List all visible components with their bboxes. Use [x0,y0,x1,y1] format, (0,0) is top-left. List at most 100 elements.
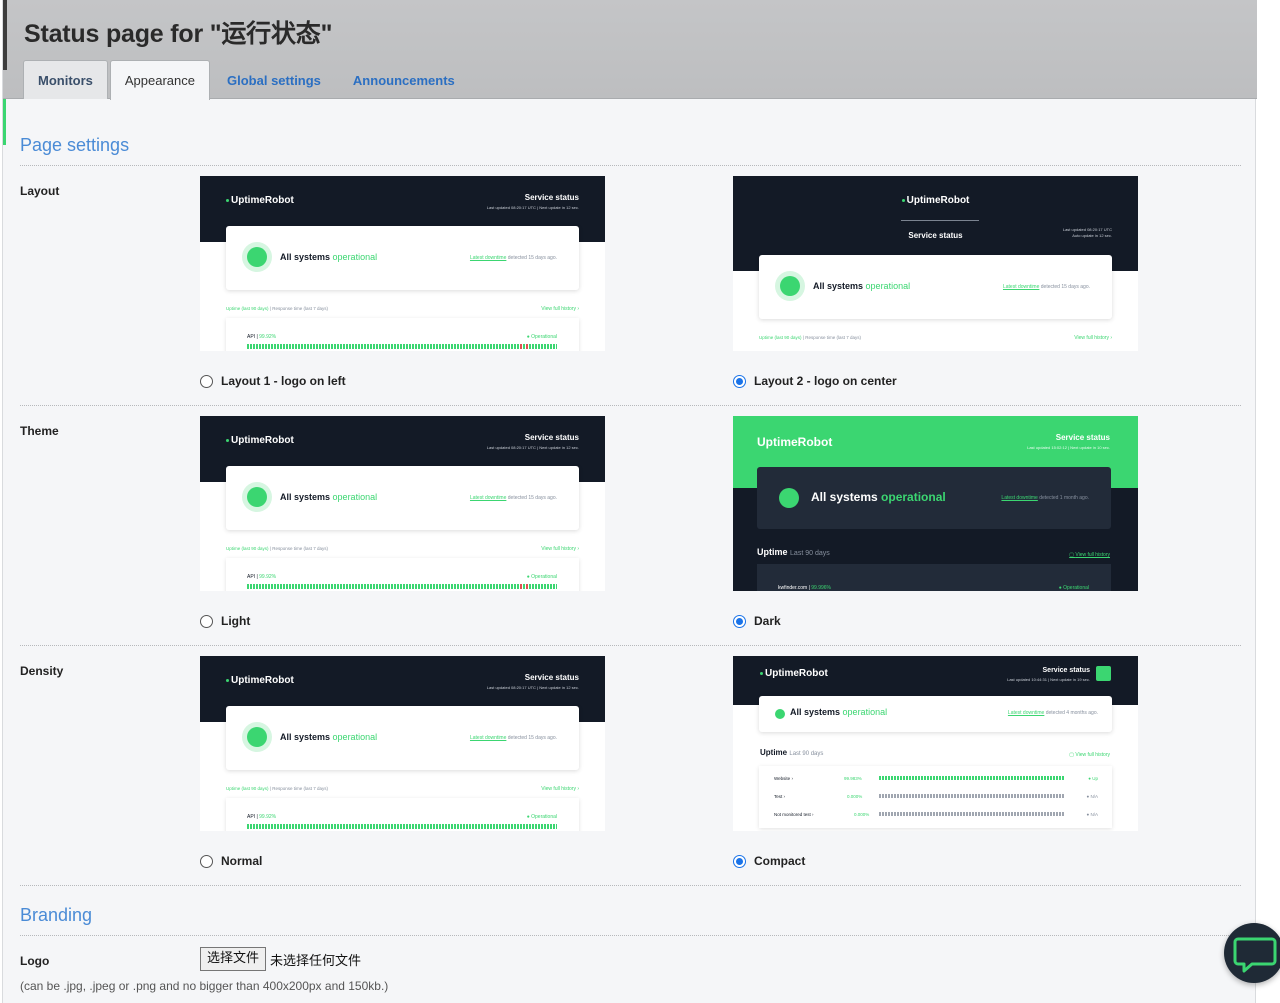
preview-monitor-name: kwfinder.com | 99.996% [778,585,832,591]
preview-full-history: ▢ View full history [1069,552,1110,558]
theme-light-preview[interactable]: UptimeRobot Service status Last updated … [200,416,605,591]
preview-monitor-card: API | 99.92% ● Operational [226,558,579,591]
preview-all-systems: All systems operational [280,252,378,262]
preview-uptime-bars [247,584,557,589]
preview-row-name: Website › [774,776,793,781]
theme-light-option[interactable]: Light [200,614,250,628]
preview-downtime: Latest downtime detected 15 days ago. [1002,284,1090,290]
preview-service-status: Service status [1042,667,1090,674]
logo-file-input[interactable]: 选择文件 未选择任何文件 [200,947,361,971]
preview-operational: ● Operational [1058,585,1089,591]
layout-1-option[interactable]: Layout 1 - logo on left [200,374,346,388]
preview-last-updated: Last updated 08:20:17 UTC | Next update … [486,445,579,450]
divider [20,885,1241,886]
theme-dark-radio[interactable] [733,614,746,628]
preview-uptime-bars [247,824,557,829]
density-compact-label: Compact [754,854,806,868]
layout-2-label: Layout 2 - logo on center [754,374,897,388]
header-accent [3,0,7,70]
logo-label: Logo [20,954,50,968]
theme-dark-preview[interactable]: UptimeRobot Service status Last updated … [733,416,1138,591]
preview-full-history: View full history › [541,786,579,792]
preview-operational: ● Operational [526,574,557,580]
preview-uptime-line: Uptime (last 90 days) | Response time (l… [226,306,329,311]
preview-status-dot [775,709,785,719]
preview-uptime-bars [247,344,557,349]
layout-1-radio[interactable] [200,374,213,388]
density-compact-option[interactable]: Compact [733,854,805,868]
preview-full-history: View full history › [541,306,579,312]
density-normal-preview[interactable]: UptimeRobot Service status Last updated … [200,656,605,831]
preview-logo: UptimeRobot [226,675,294,686]
chat-bubble-icon [1233,937,1277,973]
preview-status-card: All systems operational Latest downtime … [226,226,579,290]
layout-2-option[interactable]: Layout 2 - logo on center [733,374,897,388]
preview-last-updated: Last updated 08:20:17 UTC | Next update … [486,685,579,690]
preview-monitor-card: kwfinder.com | 99.996% ● Operational [757,564,1111,591]
preview-downtime: Latest downtime detected 15 days ago. [469,495,557,501]
divider [20,935,1241,936]
preview-last-updated: Last updated 15:02:12 | Next update in 1… [1027,445,1110,450]
preview-monitor-name: API | 99.92% [247,814,277,820]
density-compact-radio[interactable] [733,854,746,868]
preview-all-systems: All systems operational [790,707,888,717]
preview-logo: UptimeRobot [757,435,833,449]
preview-row-name: Test › [774,794,786,799]
tab-announcements[interactable]: Announcements [338,60,470,99]
preview-service-status: Service status [1055,433,1110,442]
theme-dark-option[interactable]: Dark [733,614,781,628]
page-title: Status page for "运行状态" [24,20,333,48]
preview-full-history: View full history › [541,546,579,552]
divider [20,645,1241,646]
preview-monitor-card: API | 99.92% ● Operational [226,798,579,831]
preview-last-updated: Last updated 10:44:31 | Next update in 1… [1007,677,1090,682]
theme-label: Theme [20,424,59,438]
preview-uptime-line: Uptime (last 90 days) | Response time (l… [759,335,862,340]
choose-file-button[interactable]: 选择文件 [200,947,267,971]
logo-hint: (can be .jpg, .jpeg or .png and no bigge… [20,979,389,993]
tab-monitors[interactable]: Monitors [23,60,108,99]
layout-1-preview[interactable]: UptimeRobot Service status Last updated … [200,176,605,351]
tab-global-settings[interactable]: Global settings [212,60,336,99]
preview-status-dot [247,487,267,507]
section-title-branding: Branding [20,905,93,925]
layout-label: Layout [20,184,60,198]
preview-status-dot [780,276,800,296]
preview-row-pct: 0.000% [854,812,870,817]
preview-full-history: ▢ View full history [1069,752,1110,758]
theme-dark-label: Dark [754,614,781,628]
theme-light-radio[interactable] [200,614,213,628]
side-accent [3,99,6,145]
preview-status-dot [247,247,267,267]
preview-row-status: ● N/A [1086,794,1098,799]
divider [20,405,1241,406]
preview-uptime-bars [879,794,1065,798]
preview-uptime-line: Uptime (last 90 days) | Response time (l… [226,786,329,791]
preview-service-status: Service status [524,433,579,442]
tab-bar: Monitors Appearance Global settings Anno… [23,60,470,100]
tab-appearance[interactable]: Appearance [109,60,211,100]
theme-light-label: Light [221,614,251,628]
preview-status-card: All systems operational Latest downtime … [226,466,579,530]
density-normal-option[interactable]: Normal [200,854,262,868]
preview-downtime: Latest downtime detected 15 days ago. [469,735,557,741]
preview-operational: ● Operational [526,814,557,820]
preview-status-dot [247,727,267,747]
preview-logo: UptimeRobot [733,195,1138,206]
preview-all-systems: All systems operational [280,492,378,502]
preview-row-status: ● N/A [1086,812,1098,817]
preview-logo: UptimeRobot [226,435,294,446]
preview-bell-icon [1096,666,1111,681]
preview-status-card: All systems operational Latest downtime … [759,255,1112,319]
preview-all-systems: All systems operational [811,490,946,504]
chat-widget-button[interactable] [1224,923,1280,983]
preview-last-updated: Last updated 08:20:17 UTC [1062,227,1112,232]
layout-2-preview[interactable]: UptimeRobot Service status Last updated … [733,176,1138,351]
density-compact-preview[interactable]: UptimeRobot Service status Last updated … [733,656,1138,831]
density-normal-radio[interactable] [200,854,213,868]
page-header: Status page for "运行状态" Monitors Appearan… [3,0,1257,100]
layout-2-radio[interactable] [733,374,746,388]
no-file-chosen: 未选择任何文件 [270,953,362,969]
section-title-page-settings: Page settings [20,135,130,155]
preview-service-status: Service status [524,193,579,202]
